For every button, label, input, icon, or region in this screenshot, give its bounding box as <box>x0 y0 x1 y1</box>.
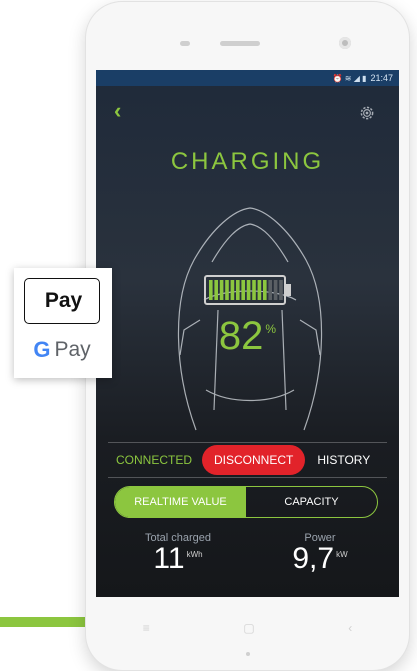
status-bar: ⏰ ≋ ◢ ▮ 21:47 <box>96 70 399 86</box>
total-charged-value: 11 kWh <box>118 542 238 576</box>
battery-percent: 82% <box>96 314 399 359</box>
google-pay-button[interactable]: G Pay <box>24 332 100 368</box>
status-time: 21:47 <box>370 73 393 83</box>
power-stat: Power 9,7 kW <box>260 532 380 576</box>
phone-speaker <box>220 41 260 46</box>
back-nav-icon[interactable]: ‹ <box>348 621 352 635</box>
battery-cell <box>252 280 256 300</box>
total-charged-number: 11 <box>153 542 185 575</box>
battery-cell <box>246 280 251 300</box>
toggle-realtime-value[interactable]: REALTIME VALUE <box>115 487 246 517</box>
battery-percent-unit: % <box>265 322 277 336</box>
battery-cell <box>214 280 218 300</box>
google-g-logo-icon: G <box>33 337 51 362</box>
battery-cell <box>209 280 213 300</box>
tab-history[interactable]: HISTORY <box>317 453 370 467</box>
battery-cell <box>241 280 245 300</box>
battery-cell <box>279 280 283 300</box>
back-chevron-icon[interactable]: ‹ <box>114 100 130 122</box>
apple-pay-button[interactable]: Pay <box>24 278 100 324</box>
payment-methods-card: Pay G Pay <box>14 268 112 378</box>
battery-icon <box>204 275 291 305</box>
battery-cell <box>263 280 267 300</box>
battery-cell <box>268 280 272 300</box>
toggle-capacity[interactable]: CAPACITY <box>246 487 377 517</box>
battery-cell <box>225 280 229 300</box>
battery-cell <box>257 280 262 300</box>
power-number: 9,7 <box>292 542 335 575</box>
menu-icon[interactable]: ≡ <box>143 621 150 635</box>
connection-tabs: CONNECTED DISCONNECT HISTORY <box>108 442 387 478</box>
phone-frame: ⏰ ≋ ◢ ▮ 21:47 ‹ CHARGING 82 % CONNECTED … <box>86 2 409 670</box>
battery-gauge <box>203 270 295 310</box>
total-charged-unit: kWh <box>186 550 203 559</box>
battery-percent-value: 82 <box>218 314 264 358</box>
page-title: CHARGING <box>170 148 325 175</box>
battery-cell <box>273 280 278 300</box>
phone-sensor <box>180 41 190 46</box>
tab-connected[interactable]: CONNECTED <box>116 453 198 467</box>
value-mode-toggle: REALTIME VALUE CAPACITY <box>114 486 378 518</box>
apple-pay-label: Pay <box>44 289 83 312</box>
disconnect-button[interactable]: DISCONNECT <box>202 445 306 475</box>
google-pay-label: Pay <box>54 338 91 361</box>
battery-cell <box>230 280 235 300</box>
power-unit: kW <box>336 550 348 559</box>
status-icons: ⏰ ≋ ◢ ▮ <box>332 73 367 83</box>
home-icon[interactable]: ▢ <box>243 621 254 635</box>
total-charged-stat: Total charged 11 kWh <box>118 532 238 576</box>
battery-cell <box>236 280 240 300</box>
power-value: 9,7 kW <box>260 542 380 576</box>
gear-icon[interactable] <box>358 104 376 122</box>
app-screen: ⏰ ≋ ◢ ▮ 21:47 ‹ CHARGING 82 % CONNECTED … <box>96 70 399 597</box>
android-nav-bar: ≡ ▢ ‹ <box>96 614 399 642</box>
battery-cell <box>219 280 224 300</box>
accent-bar <box>0 617 86 627</box>
home-indicator <box>246 652 250 656</box>
phone-camera <box>339 37 351 49</box>
